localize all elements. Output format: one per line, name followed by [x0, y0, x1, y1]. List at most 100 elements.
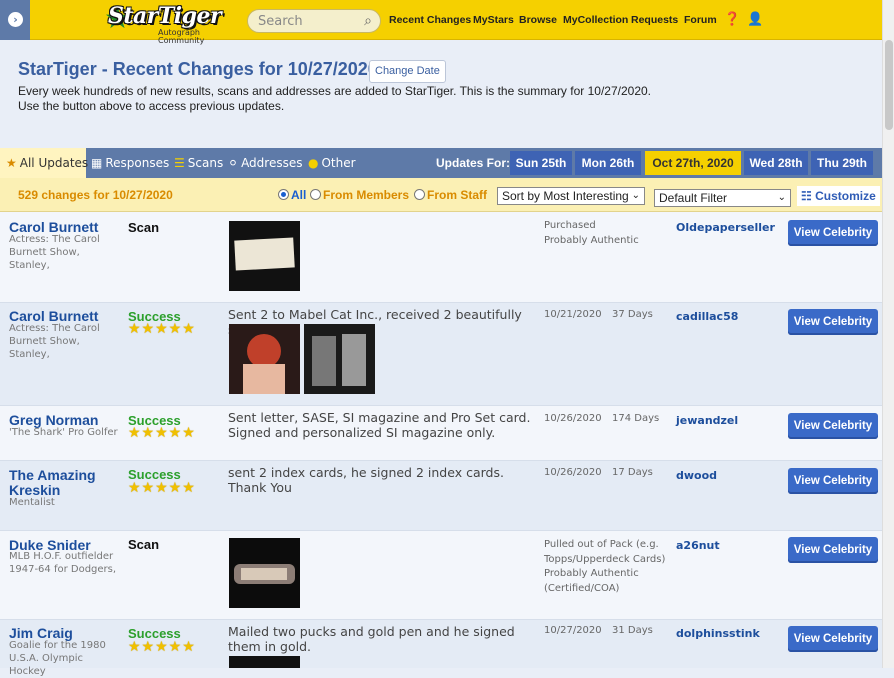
chevron-down-icon: ⌄: [777, 192, 786, 203]
chevron-right-icon: ›: [8, 12, 23, 27]
radio-label: All: [291, 188, 307, 202]
date-sent: 10/26/2020: [544, 413, 602, 424]
user-icon[interactable]: 👤: [747, 12, 763, 27]
radio-label: From Members: [323, 188, 410, 202]
day-sun[interactable]: Sun 25th: [510, 151, 572, 175]
scan-thumbnail[interactable]: [229, 538, 300, 608]
rating-stars: ★★★★★: [128, 425, 196, 441]
changes-count: 529 changes for 10/27/2020: [18, 188, 173, 202]
nav-browse[interactable]: Browse: [519, 14, 557, 26]
scan-thumbnail[interactable]: [229, 221, 300, 291]
updates-for-label: Updates For:: [436, 156, 511, 170]
intro-text-2: Use the button above to access previous …: [18, 99, 285, 113]
chevron-down-icon: ⌄: [631, 190, 640, 201]
tab-scans[interactable]: ☰ Scans: [174, 148, 223, 178]
update-type: Scan: [128, 537, 160, 552]
view-celebrity-button[interactable]: View Celebrity: [788, 309, 878, 335]
turnaround-days: 37 Days: [612, 309, 653, 320]
scan-thumbnail[interactable]: [229, 324, 300, 394]
turnaround-days: 17 Days: [612, 467, 653, 478]
top-nav: › ★ StarTiger Autograph Community Search…: [0, 0, 894, 45]
celebrity-name[interactable]: The Amazing Kreskin: [9, 468, 119, 498]
day-wed[interactable]: Wed 28th: [744, 151, 808, 175]
response-message: Mailed two pucks and gold pen and he sig…: [228, 624, 515, 654]
radio-dot: [414, 189, 425, 200]
tab-responses[interactable]: ▦ Responses: [91, 148, 169, 178]
celebrity-desc: Actress: The Carol Burnett Show, Stanley…: [9, 323, 100, 360]
nav-forum[interactable]: Forum: [684, 14, 717, 26]
page-scrollbar[interactable]: [882, 0, 894, 668]
help-icon[interactable]: ❓: [724, 12, 740, 27]
sort-select[interactable]: Sort by Most Interesting ⌄: [497, 187, 645, 205]
username-link[interactable]: dwood: [676, 469, 717, 482]
update-type: Scan: [128, 220, 160, 235]
day-thu[interactable]: Thu 29th: [811, 151, 873, 175]
logo-text: StarTiger: [108, 3, 222, 29]
radio-label: From Staff: [427, 188, 487, 202]
day-tue-active[interactable]: Oct 27th, 2020: [645, 151, 741, 175]
tab-all-updates[interactable]: ★ All Updates: [0, 148, 88, 178]
circle-icon: ●: [308, 156, 319, 170]
username-link[interactable]: dolphinsstink: [676, 627, 760, 640]
rating-stars: ★★★★★: [128, 480, 196, 496]
view-celebrity-button[interactable]: View Celebrity: [788, 413, 878, 439]
radio-from-staff[interactable]: From Staff: [414, 188, 487, 202]
menu-toggle-button[interactable]: ›: [0, 0, 30, 40]
nav-mystars[interactable]: MyStars: [473, 14, 514, 26]
sliders-icon: ☷: [801, 189, 816, 203]
radio-all[interactable]: All: [278, 188, 306, 202]
scan-thumbnail[interactable]: [229, 656, 300, 668]
list-item: Jim Craig Goalie for the 1980 U.S.A. Oly…: [0, 620, 882, 677]
nav-mycollection[interactable]: MyCollection: [563, 14, 628, 26]
star-icon: ★: [6, 156, 17, 170]
nav-requests[interactable]: Requests: [631, 14, 678, 26]
nav-recent-changes[interactable]: Recent Changes: [389, 14, 471, 26]
celebrity-desc: Actress: The Carol Burnett Show, Stanley…: [9, 234, 100, 271]
date-sent: 10/27/2020: [544, 625, 602, 636]
username-link[interactable]: jewandzel: [676, 414, 738, 427]
calendar-icon: ▦: [91, 156, 103, 170]
view-celebrity-button[interactable]: View Celebrity: [788, 626, 878, 652]
view-celebrity-button[interactable]: View Celebrity: [788, 537, 878, 563]
customize-button[interactable]: ☷ Customize: [797, 186, 880, 206]
scrollbar-thumb[interactable]: [885, 40, 893, 130]
logo[interactable]: ★ StarTiger Autograph Community: [104, 1, 238, 45]
customize-label: Customize: [815, 189, 876, 203]
tab-label: Addresses: [241, 156, 303, 170]
username-link[interactable]: a26nut: [676, 539, 720, 552]
celebrity-desc: Goalie for the 1980 U.S.A. Olympic Hocke…: [9, 640, 106, 677]
response-message: sent 2 index cards, he signed 2 index ca…: [228, 465, 504, 495]
filter-value: Default Filter: [659, 191, 728, 205]
list-item: Duke Snider MLB H.O.F. outfielder 1947-6…: [0, 531, 882, 620]
view-celebrity-button[interactable]: View Celebrity: [788, 220, 878, 246]
username-link[interactable]: Oldepaperseller: [676, 221, 775, 234]
tab-label: Responses: [105, 156, 170, 170]
radio-dot: [310, 189, 321, 200]
tab-addresses[interactable]: ⚪ Addresses: [228, 148, 303, 178]
tab-other[interactable]: ● Other: [308, 148, 356, 178]
search-icon[interactable]: ⌕: [364, 13, 372, 29]
celebrity-desc: 'The Shark' Pro Golfer: [9, 427, 118, 438]
change-date-button[interactable]: Change Date: [369, 60, 446, 83]
search-input[interactable]: Search ⌕: [247, 9, 381, 33]
turnaround-days: 31 Days: [612, 625, 653, 636]
response-message: Sent letter, SASE, SI magazine and Pro S…: [228, 410, 531, 440]
update-tabs: ★ All Updates ▦ Responses ☰ Scans ⚪ Addresse…: [0, 148, 882, 178]
acquisition-note: Purchased Probably Authentic: [544, 220, 639, 246]
logo-tagline: Autograph Community: [158, 28, 205, 45]
view-celebrity-button[interactable]: View Celebrity: [788, 468, 878, 494]
scan-thumbnail[interactable]: [304, 324, 375, 394]
date-sent: 10/26/2020: [544, 467, 602, 478]
list-item: Greg Norman 'The Shark' Pro Golfer Succe…: [0, 406, 882, 461]
radio-from-members[interactable]: From Members: [310, 188, 409, 202]
rating-stars: ★★★★★: [128, 321, 196, 337]
day-mon[interactable]: Mon 26th: [575, 151, 641, 175]
username-link[interactable]: cadillac58: [676, 310, 738, 323]
filter-select[interactable]: Default Filter ⌄: [654, 189, 791, 207]
rating-stars: ★★★★★: [128, 639, 196, 655]
page-title: StarTiger - Recent Changes for 10/27/202…: [18, 59, 378, 79]
search-placeholder: Search: [258, 14, 303, 29]
date-sent: 10/21/2020: [544, 309, 602, 320]
sort-value: Sort by Most Interesting: [502, 189, 629, 203]
celebrity-desc: Mentalist: [9, 497, 55, 508]
